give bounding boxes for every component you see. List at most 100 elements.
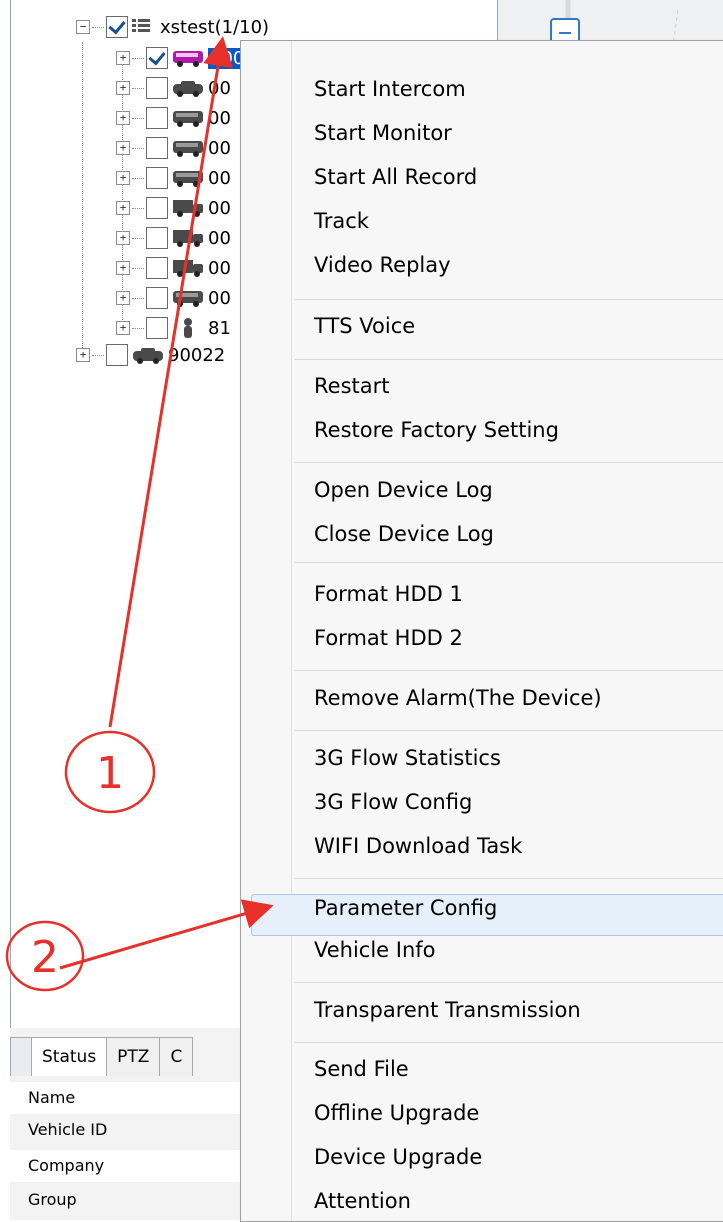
menu-item-open-device-log[interactable]: Open Device Log <box>314 478 493 502</box>
info-row-group: Group <box>28 1190 77 1209</box>
tree-item-device[interactable]: +00 <box>116 103 231 133</box>
device-label: 00 <box>208 107 231 129</box>
menu-item-restart[interactable]: Restart <box>314 374 389 398</box>
tree-dots <box>92 354 104 356</box>
tree-item-90022[interactable]: + 90022 <box>76 340 225 370</box>
tree-dots <box>132 177 144 179</box>
device-label: 90022 <box>168 344 226 366</box>
tree-dots <box>132 297 144 299</box>
menu-item-3g-flow-config[interactable]: 3G Flow Config <box>314 790 472 814</box>
tree-dots <box>132 87 144 89</box>
tree-item-device[interactable]: +00 <box>116 283 231 313</box>
tree-item-device[interactable]: +00 <box>116 223 231 253</box>
expand-toggle-icon[interactable]: + <box>116 141 130 155</box>
menu-item-start-monitor[interactable]: Start Monitor <box>314 121 452 145</box>
car-icon <box>132 345 164 365</box>
tab-spacer <box>10 1037 32 1076</box>
device-label: 00 <box>208 227 231 249</box>
info-row-company: Company <box>10 1150 240 1182</box>
collapse-toggle-icon[interactable]: − <box>76 20 90 34</box>
device-checkbox[interactable] <box>146 107 168 129</box>
menu-separator <box>295 878 723 879</box>
menu-separator <box>295 670 723 671</box>
device-checkbox[interactable] <box>146 197 168 219</box>
person-icon <box>172 318 204 338</box>
device-label: 00 <box>208 137 231 159</box>
menu-item-vehicle-info[interactable]: Vehicle Info <box>314 938 436 962</box>
truck-icon <box>172 228 204 248</box>
device-checkbox[interactable] <box>146 227 168 249</box>
menu-item-track[interactable]: Track <box>314 209 369 233</box>
menu-item-video-replay[interactable]: Video Replay <box>314 253 451 277</box>
tree-item-device[interactable]: +00 <box>116 193 231 223</box>
tab-c[interactable]: C <box>159 1037 194 1076</box>
menu-item-3g-flow-statistics[interactable]: 3G Flow Statistics <box>314 746 501 770</box>
menu-item-format-hdd-2[interactable]: Format HDD 2 <box>314 626 463 650</box>
device-checkbox[interactable] <box>106 344 128 366</box>
menu-item-send-file[interactable]: Send File <box>314 1057 409 1081</box>
device-checkbox[interactable] <box>146 77 168 99</box>
context-menu: Start Intercom Start Monitor Start All Rec… <box>240 40 723 1222</box>
device-label: 00 <box>208 197 231 219</box>
expand-toggle-icon[interactable]: + <box>116 261 130 275</box>
menu-item-transparent-transmission[interactable]: Transparent Transmission <box>314 998 581 1022</box>
device-checkbox[interactable] <box>146 47 168 69</box>
truck-icon <box>172 258 204 278</box>
tab-status[interactable]: Status <box>31 1037 108 1076</box>
menu-item-close-device-log[interactable]: Close Device Log <box>314 522 494 546</box>
car-icon <box>172 78 204 98</box>
expand-toggle-icon[interactable]: + <box>116 321 130 335</box>
expand-toggle-icon[interactable]: + <box>116 81 130 95</box>
info-row-name: Name <box>10 1082 240 1114</box>
expand-toggle-icon[interactable]: + <box>116 201 130 215</box>
bus-icon <box>172 288 204 308</box>
device-checkbox[interactable] <box>146 167 168 189</box>
tree-dots <box>132 267 144 269</box>
expand-toggle-icon[interactable]: + <box>116 291 130 305</box>
tree-item-device[interactable]: +00 <box>116 163 231 193</box>
menu-gutter <box>291 41 292 1221</box>
device-checkbox[interactable] <box>146 137 168 159</box>
group-checkbox[interactable] <box>106 16 128 38</box>
device-checkbox[interactable] <box>146 317 168 339</box>
menu-separator <box>295 299 723 300</box>
menu-item-start-all-record[interactable]: Start All Record <box>314 165 477 189</box>
tree-dots <box>92 26 104 28</box>
bus-purple-icon <box>172 48 204 68</box>
tab-ptz[interactable]: PTZ <box>106 1037 161 1076</box>
menu-separator <box>295 462 723 463</box>
menu-separator <box>295 562 723 563</box>
expand-toggle-icon[interactable]: + <box>116 111 130 125</box>
menu-item-offline-upgrade[interactable]: Offline Upgrade <box>314 1101 479 1125</box>
bus-icon <box>172 138 204 158</box>
expand-toggle-icon[interactable]: + <box>116 171 130 185</box>
tree-item-device[interactable]: +00 <box>116 253 231 283</box>
menu-item-attention[interactable]: Attention <box>314 1189 411 1213</box>
menu-item-start-intercom[interactable]: Start Intercom <box>314 77 466 101</box>
device-label: 00 <box>208 77 231 99</box>
tree-connector <box>82 42 83 352</box>
menu-item-format-hdd-1[interactable]: Format HDD 1 <box>314 582 463 606</box>
status-tabs: Status PTZ C <box>10 1037 194 1076</box>
expand-toggle-icon[interactable]: + <box>76 348 90 362</box>
tree-item-device[interactable]: +81 <box>116 313 231 343</box>
menu-item-remove-alarm-the-device[interactable]: Remove Alarm(The Device) <box>314 686 602 710</box>
expand-toggle-icon[interactable]: + <box>116 231 130 245</box>
device-label: 00 <box>208 167 231 189</box>
tree-item-device[interactable]: +00 <box>116 73 231 103</box>
expand-toggle-icon[interactable]: + <box>116 51 130 65</box>
menu-item-device-upgrade[interactable]: Device Upgrade <box>314 1145 482 1169</box>
menu-item-tts-voice[interactable]: TTS Voice <box>314 314 415 338</box>
device-checkbox[interactable] <box>146 257 168 279</box>
device-label: 00 <box>208 257 231 279</box>
menu-item-restore-factory-setting[interactable]: Restore Factory Setting <box>314 418 559 442</box>
info-row-vehicle-id: Vehicle ID <box>28 1120 108 1139</box>
menu-item-parameter-config[interactable]: Parameter Config <box>314 896 497 920</box>
device-label: 00 <box>208 287 231 309</box>
tree-group-row[interactable]: − xstest(1/10) <box>76 12 269 42</box>
device-checkbox[interactable] <box>146 287 168 309</box>
tree-item-device[interactable]: +00 <box>116 133 231 163</box>
tree-dots <box>132 237 144 239</box>
menu-item-wifi-download-task[interactable]: WIFI Download Task <box>314 834 522 858</box>
tree-dots <box>132 117 144 119</box>
